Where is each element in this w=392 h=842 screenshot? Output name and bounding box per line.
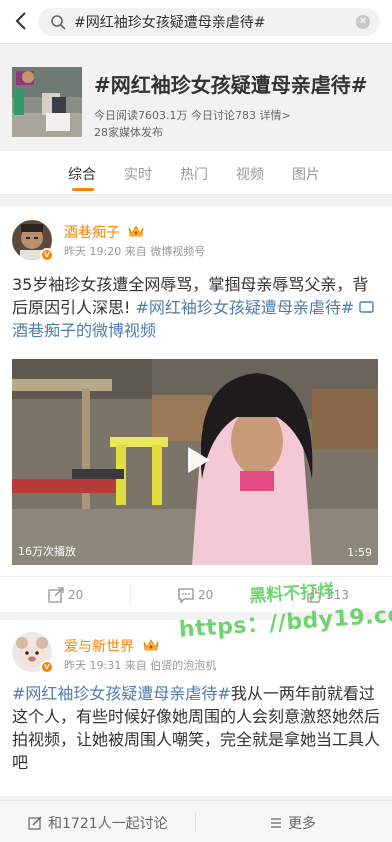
topic-header: #网红袖珍女孩疑遭母亲虐待# 今日阅读7603.1万 今日讨论783 详情> 2… (0, 45, 392, 151)
repost-count: 20 (68, 588, 84, 602)
crown-badge-icon (143, 639, 159, 651)
tab-hot[interactable]: 热门 (180, 164, 208, 184)
post-text: 35岁袖珍女孩遭全网辱骂，掌掴母亲辱骂父亲，背后原因引人深思! #网红袖珍女孩疑… (12, 273, 380, 342)
video-duration: 1:59 (347, 546, 372, 559)
post-meta: 昨天 19:31 来自 伯贤的泡泡机 (64, 659, 217, 672)
discuss-button[interactable]: 和1721人一起讨论 (28, 813, 168, 833)
tab-video[interactable]: 视频 (236, 164, 264, 184)
search-icon (51, 15, 66, 30)
post-meta: 昨天 19:20 来自 微博视频号 (64, 245, 206, 258)
bottom-bar: 和1721人一起讨论 更多 (0, 800, 392, 842)
edit-icon (28, 816, 42, 830)
topic-stats[interactable]: 今日阅读7603.1万 今日讨论783 详情> (94, 107, 291, 123)
repost-button[interactable]: 20 (48, 587, 83, 603)
active-tab-indicator (72, 188, 94, 191)
clear-search-icon[interactable]: ✕ (356, 15, 370, 29)
search-input[interactable]: #网红袖珍女孩疑遭母亲虐待# ✕ (38, 8, 380, 36)
tab-images[interactable]: 图片 (292, 164, 320, 184)
topic-title: #网红袖珍女孩疑遭母亲虐待# (94, 73, 368, 97)
verified-badge-icon: V (40, 660, 54, 674)
hashtag-link[interactable]: #网红袖珍女孩疑遭母亲虐待# (136, 298, 355, 317)
post-card[interactable]: V 酒巷痴子 昨天 19:20 来自 微博视频号 35岁袖珍女孩遭全网辱骂，掌掴… (0, 206, 392, 612)
post-text: #网红袖珍女孩疑遭母亲虐待#我从一两年前就看过这个人，有些时候好像她周围的人会刻… (12, 682, 380, 774)
discuss-label: 和1721人一起讨论 (48, 816, 168, 832)
video-view-count: 16万次播放 (18, 545, 76, 558)
menu-icon (271, 818, 281, 828)
more-label: 更多 (288, 816, 316, 832)
verified-badge-icon: V (40, 248, 54, 262)
tab-comprehensive[interactable]: 综合 (68, 164, 96, 184)
hashtag-link[interactable]: #网红袖珍女孩疑遭母亲虐待# (12, 684, 231, 703)
video-link-label: 酒巷痴子的微博视频 (12, 321, 157, 340)
crown-badge-icon (128, 225, 144, 237)
tab-realtime[interactable]: 实时 (124, 164, 152, 184)
tab-bar: 综合 实时 热门 视频 图片 (0, 151, 392, 195)
top-bar: #网红袖珍女孩疑遭母亲虐待# ✕ (0, 0, 392, 44)
back-arrow-icon[interactable] (10, 9, 32, 33)
divider (195, 812, 196, 832)
username[interactable]: 酒巷痴子 (64, 222, 120, 242)
topic-media-count: 28家媒体发布 (94, 126, 163, 139)
post-card[interactable]: V 爱与新世界 昨天 19:31 来自 伯贤的泡泡机 #网红袖珍女孩疑遭母亲虐待… (0, 620, 392, 796)
video-player[interactable]: 16万次播放 1:59 (12, 359, 378, 565)
more-button[interactable]: 更多 (270, 813, 316, 833)
divider (130, 585, 131, 605)
repost-icon (48, 587, 64, 603)
username[interactable]: 爱与新世界 (64, 636, 134, 656)
video-link-icon (359, 301, 375, 313)
topic-cover-image (12, 67, 82, 137)
play-icon[interactable] (184, 445, 212, 475)
search-query: #网红袖珍女孩疑遭母亲虐待# (74, 15, 266, 31)
